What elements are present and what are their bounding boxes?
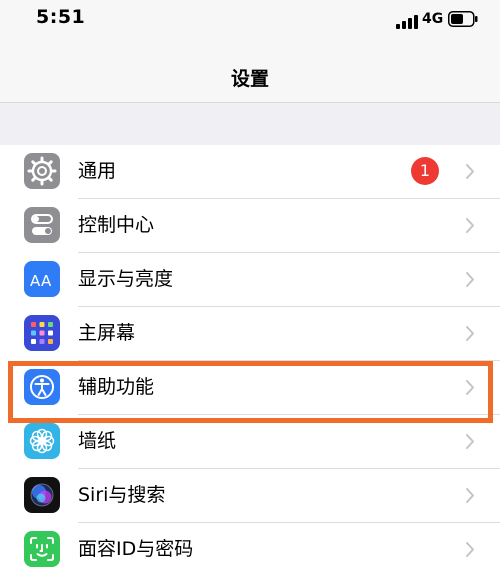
page-title: 设置	[230, 68, 269, 90]
settings-row-accessibility[interactable]: 辅助功能	[0, 361, 500, 415]
settings-row-label: 显示与亮度	[78, 268, 174, 290]
settings-row-siri-search[interactable]: Siri与搜索	[0, 469, 500, 523]
chevron-right-icon	[465, 433, 475, 450]
chevron-right-icon	[465, 217, 475, 234]
face-id-icon	[24, 531, 60, 567]
flower-icon	[24, 423, 60, 459]
chevron-right-icon	[465, 379, 475, 396]
chevron-right-icon	[465, 541, 475, 558]
home-screen-grid-icon	[24, 315, 60, 351]
notification-badge: 1	[411, 157, 439, 185]
settings-row-display-brightness[interactable]: A A 显示与亮度	[0, 253, 500, 307]
settings-row-general[interactable]: 通用 1	[0, 145, 500, 199]
settings-row-label: 控制中心	[78, 214, 155, 236]
settings-row-label: Siri与搜索	[78, 484, 166, 506]
svg-text:A: A	[41, 272, 52, 290]
chevron-right-icon	[465, 271, 475, 288]
cellular-signal-icon	[396, 14, 418, 29]
chevron-right-icon	[465, 487, 475, 504]
accessibility-person-icon	[24, 369, 60, 405]
settings-row-label: 通用	[78, 160, 117, 182]
nav-bar: 设置	[0, 44, 500, 103]
status-time: 5:51	[36, 6, 86, 28]
battery-icon	[448, 11, 478, 27]
settings-row-control-center[interactable]: 控制中心	[0, 199, 500, 253]
siri-orb-icon	[24, 477, 60, 513]
settings-row-home-screen[interactable]: 主屏幕	[0, 307, 500, 361]
text-size-aa-icon: A A	[24, 261, 60, 297]
settings-row-label: 墙纸	[78, 430, 117, 452]
settings-row-label: 面容ID与密码	[78, 538, 194, 560]
settings-row-label: 主屏幕	[78, 322, 136, 344]
section-separator	[0, 103, 500, 145]
settings-row-face-id-passcode[interactable]: 面容ID与密码	[0, 523, 500, 577]
status-bar: 5:51 4G	[0, 0, 500, 44]
chevron-right-icon	[465, 163, 475, 180]
settings-row-label: 辅助功能	[78, 376, 155, 398]
gear-icon	[24, 153, 60, 189]
settings-row-wallpaper[interactable]: 墙纸	[0, 415, 500, 469]
toggle-switches-icon	[24, 207, 60, 243]
network-type: 4G	[422, 11, 444, 27]
chevron-right-icon	[465, 325, 475, 342]
svg-text:A: A	[30, 272, 41, 290]
